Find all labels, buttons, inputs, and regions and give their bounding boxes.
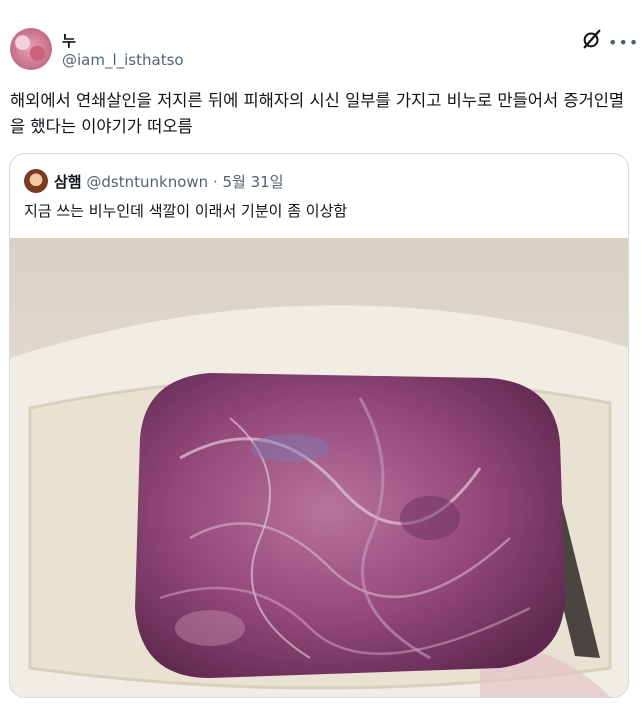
quoted-tweet-card[interactable]: 삼햄 @dstntunknown · 5월 31일 지금 쓰는 비누인데 색깔이… bbox=[9, 153, 629, 698]
quoted-author-name: 삼햄 bbox=[54, 173, 82, 191]
more-options-icon[interactable]: ••• bbox=[608, 33, 639, 52]
quoted-tweet-date: 5월 31일 bbox=[222, 173, 284, 191]
author-name[interactable]: 누 bbox=[62, 30, 76, 51]
quoted-tweet-text: 지금 쓰는 비누인데 색깔이 이래서 기분이 좀 이상함 bbox=[24, 202, 348, 220]
quoted-author-handle: @dstntunknown bbox=[86, 173, 209, 191]
grok-icon[interactable] bbox=[581, 28, 603, 50]
author-avatar[interactable] bbox=[10, 28, 52, 70]
soap-photo[interactable] bbox=[10, 238, 629, 698]
quoted-author-avatar bbox=[24, 169, 48, 193]
meta-separator: · bbox=[212, 173, 218, 191]
quoted-tweet-header: 삼햄 @dstntunknown · 5월 31일 bbox=[54, 171, 284, 192]
author-handle[interactable]: @iam_l_isthatso bbox=[62, 51, 184, 69]
tweet-text: 해외에서 연쇄살인을 저지른 뒤에 피해자의 시신 일부를 가지고 비누로 만들… bbox=[10, 91, 625, 136]
